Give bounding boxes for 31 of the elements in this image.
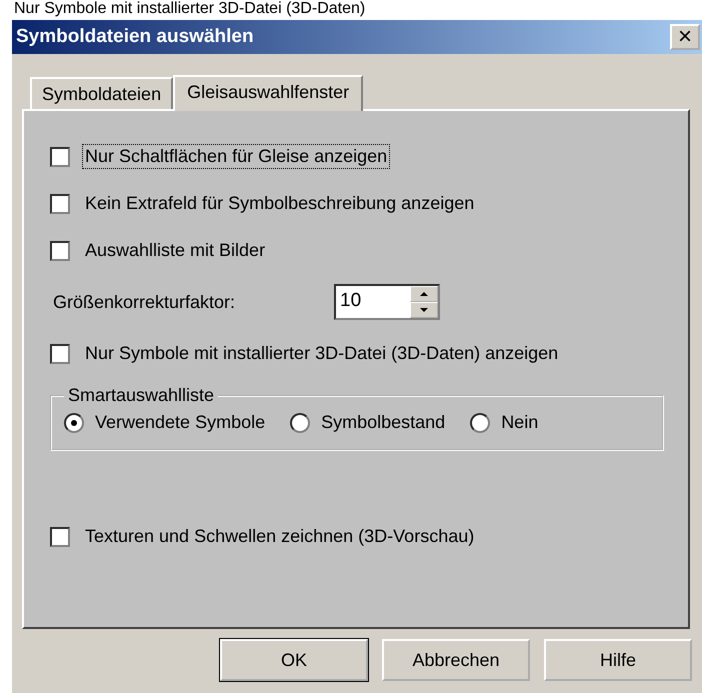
tab[interactable]: Symboldateien [30,77,174,109]
checkbox-label[interactable]: Kein Extrafeld für Symbolbeschreibung anzeigen [82,191,478,216]
dialog-button[interactable]: Hilfe [544,639,692,681]
checkbox[interactable] [50,344,70,364]
checkbox[interactable] [50,240,70,260]
radio-label[interactable]: Symbolbestand [318,410,448,435]
spin-up-button[interactable] [410,286,438,302]
window-title: Symboldateien auswählen [16,26,254,48]
checkbox-label[interactable]: Nur Symbole mit installierter 3D-Datei (3D-Daten) anzeigen [82,341,562,366]
up-arrow-icon [420,292,428,296]
down-arrow-icon [420,308,428,312]
radio-button[interactable] [470,412,490,432]
checkbox-label[interactable]: Nur Schaltflächen für Gleise anzeigen [82,144,390,169]
close-button[interactable]: × [670,24,700,50]
checkbox[interactable] [50,194,70,214]
dialog-button[interactable]: OK [220,639,368,681]
caption-text: Nur Symbole mit installierter 3D-Datei (3D-Daten) [14,0,366,18]
radio-button[interactable] [290,412,310,432]
tab[interactable]: Gleisauswahlfenster [173,75,364,111]
radio-label[interactable]: Verwendete Symbole [92,410,268,435]
checkbox[interactable] [50,526,70,546]
spin-down-button[interactable] [410,302,438,318]
field-label: Größenkorrekturfaktor: [52,290,236,314]
radio-button[interactable] [64,412,84,432]
group-title: Smartauswahlliste [67,385,216,406]
number-spinner[interactable]: 10 [334,284,440,320]
dialog-button[interactable]: Abbrechen [382,639,530,681]
checkbox[interactable] [50,146,70,166]
radio-label[interactable]: Nein [498,410,542,435]
checkbox-label[interactable]: Auswahlliste mit Bilder [82,238,268,263]
checkbox-label[interactable]: Texturen und Schwellen zeichnen (3D-Vorschau) [82,524,478,549]
